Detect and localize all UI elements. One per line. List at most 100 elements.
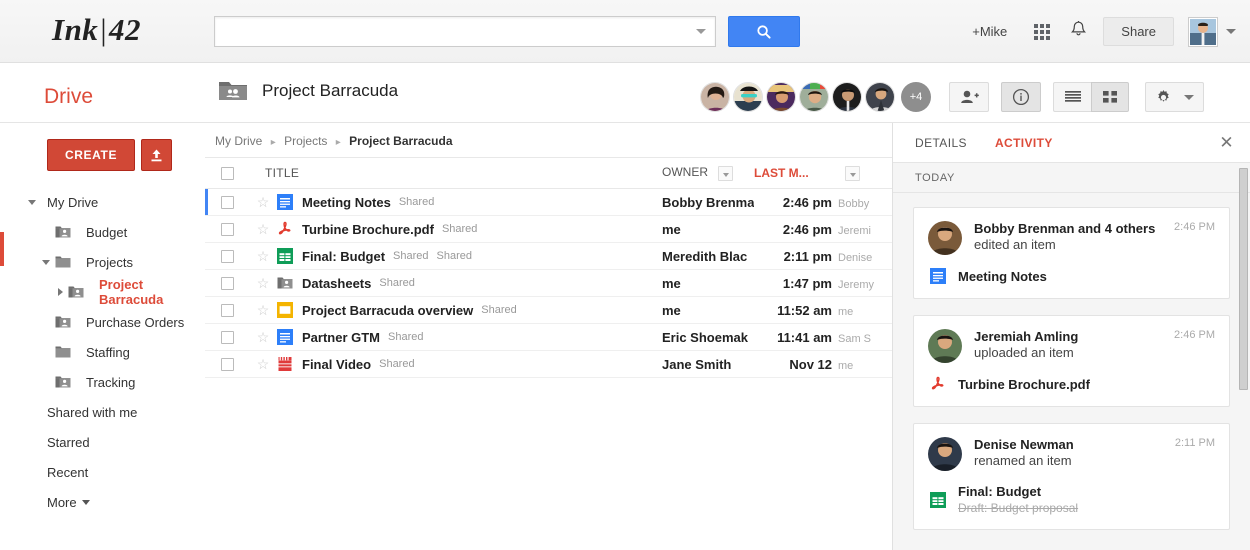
activity-file[interactable]: Turbine Brochure.pdf bbox=[928, 376, 1215, 392]
column-header-title[interactable]: TITLE bbox=[249, 166, 662, 180]
modified-time: 2:11 pm bbox=[783, 248, 832, 264]
expand-chevron-right-icon[interactable] bbox=[58, 288, 63, 296]
sidebar-item-project-barracuda[interactable]: Project Barracuda bbox=[0, 277, 205, 307]
row-checkbox[interactable] bbox=[220, 195, 234, 209]
details-info-button[interactable] bbox=[1001, 82, 1041, 112]
activity-card[interactable]: Bobby Brenman and 4 others edited an ite… bbox=[913, 207, 1230, 299]
plus-user-link[interactable]: +Mike bbox=[959, 24, 1020, 39]
list-view-button[interactable] bbox=[1053, 82, 1091, 112]
sidebar-item-budget[interactable]: Budget bbox=[0, 217, 205, 247]
sidebar-item-starred[interactable]: Starred bbox=[0, 427, 205, 457]
row-title-cell: Turbine Brochure.pdf Shared bbox=[277, 221, 662, 237]
expand-chevron-down-icon[interactable] bbox=[42, 259, 50, 265]
settings-button[interactable] bbox=[1145, 82, 1204, 112]
table-row[interactable]: ☆ Datasheets Shared me 1:47 pm Jeremy bbox=[205, 270, 892, 297]
row-modified-by-cell: Denise bbox=[832, 249, 892, 264]
grid-view-button[interactable] bbox=[1091, 82, 1129, 112]
owner-sort-chevron-down-icon[interactable] bbox=[718, 165, 734, 181]
select-all-checkbox[interactable] bbox=[220, 166, 234, 180]
column-header-last-modified[interactable]: LAST M... bbox=[754, 166, 832, 180]
row-checkbox[interactable] bbox=[220, 303, 234, 317]
upload-button[interactable] bbox=[141, 139, 173, 171]
collaborator-overflow-badge[interactable]: +4 bbox=[901, 82, 931, 112]
row-checkbox[interactable] bbox=[220, 222, 234, 236]
collaborator-avatar[interactable] bbox=[733, 82, 763, 112]
app-logo[interactable]: Ink|42 bbox=[52, 12, 141, 48]
sidebar-item-my-drive[interactable]: My Drive bbox=[0, 187, 205, 217]
grid-view-icon bbox=[1103, 91, 1117, 103]
close-icon[interactable]: ✕ bbox=[1219, 134, 1234, 151]
row-select-cell bbox=[205, 195, 249, 209]
sidebar-item-recent[interactable]: Recent bbox=[0, 457, 205, 487]
sidebar-item-label: Budget bbox=[86, 224, 128, 240]
column-header-owner[interactable]: OWNER bbox=[662, 165, 754, 181]
sidebar-item-projects[interactable]: Projects bbox=[0, 247, 205, 277]
collaborator-avatar[interactable] bbox=[799, 82, 829, 112]
star-icon[interactable]: ☆ bbox=[257, 221, 270, 238]
table-row[interactable]: ☆ Final Video Shared Jane Smith Nov 12 m… bbox=[205, 351, 892, 378]
shared-badge: Shared bbox=[388, 331, 424, 343]
drive-logo-label[interactable]: Drive bbox=[44, 85, 93, 109]
collaborator-avatar[interactable] bbox=[766, 82, 796, 112]
table-row[interactable]: ☆ Turbine Brochure.pdf Shared me 2:46 pm… bbox=[205, 216, 892, 243]
panel-scrollbar-thumb[interactable] bbox=[1239, 168, 1248, 390]
breadcrumb-item-my-drive[interactable]: My Drive bbox=[215, 134, 262, 148]
search-button[interactable] bbox=[728, 16, 800, 47]
activity-file[interactable]: Final: Budget Draft: Budget proposal bbox=[928, 484, 1215, 515]
sidebar-item-purchase-orders[interactable]: Purchase Orders bbox=[0, 307, 205, 337]
breadcrumb-item-projects[interactable]: Projects bbox=[284, 134, 327, 148]
row-checkbox[interactable] bbox=[220, 249, 234, 263]
collaborator-avatar[interactable] bbox=[700, 82, 730, 112]
avatar[interactable] bbox=[1188, 16, 1218, 47]
star-icon[interactable]: ☆ bbox=[257, 329, 270, 346]
activity-card[interactable]: Denise Newman renamed an item 2:11 PM Fi… bbox=[913, 423, 1230, 530]
table-row[interactable]: ☆ Partner GTM Shared Eric Shoemak 11:41 … bbox=[205, 324, 892, 351]
sidebar-item-more[interactable]: More bbox=[0, 487, 205, 517]
activity-file[interactable]: Meeting Notes bbox=[928, 268, 1215, 284]
breadcrumb-item-current: Project Barracuda bbox=[349, 134, 453, 148]
star-icon[interactable]: ☆ bbox=[257, 275, 270, 292]
collaborator-avatar[interactable] bbox=[865, 82, 895, 112]
row-owner-cell: me bbox=[662, 276, 754, 291]
modified-by-name: Denise bbox=[838, 251, 873, 264]
owner-name: me bbox=[662, 221, 681, 237]
apps-grid-icon[interactable] bbox=[1034, 23, 1051, 40]
sidebar-item-label: Shared with me bbox=[47, 404, 138, 420]
expand-chevron-down-icon[interactable] bbox=[28, 199, 36, 205]
search-input[interactable] bbox=[215, 17, 685, 46]
activity-card[interactable]: Jeremiah Amling uploaded an item 2:46 PM… bbox=[913, 315, 1230, 407]
last-modified-sort-chevron-down-icon[interactable] bbox=[845, 165, 860, 181]
account-chevron-down-icon[interactable] bbox=[1226, 29, 1236, 34]
row-checkbox[interactable] bbox=[220, 357, 234, 371]
sidebar-item-tracking[interactable]: Tracking bbox=[0, 367, 205, 397]
create-button[interactable]: CREATE bbox=[47, 139, 136, 171]
activity-section-label: TODAY bbox=[893, 163, 1250, 193]
file-name: Partner GTM bbox=[302, 329, 381, 345]
star-icon[interactable]: ☆ bbox=[257, 194, 270, 211]
search-options-chevron-down-icon[interactable] bbox=[696, 29, 706, 34]
table-row[interactable]: ☆ Project Barracuda overview Shared me 1… bbox=[205, 297, 892, 324]
logo-text-number: 42 bbox=[109, 12, 142, 47]
star-icon[interactable]: ☆ bbox=[257, 302, 270, 319]
search-box[interactable] bbox=[214, 16, 716, 47]
tab-activity[interactable]: ACTIVITY bbox=[995, 136, 1053, 150]
table-row[interactable]: ☆ Meeting Notes Shared Bobby Brenma 2:46… bbox=[205, 189, 892, 216]
folder-icon bbox=[55, 256, 71, 268]
more-chevron-down-icon[interactable] bbox=[81, 499, 90, 505]
row-checkbox[interactable] bbox=[220, 276, 234, 290]
star-icon[interactable]: ☆ bbox=[257, 248, 270, 265]
notifications-bell-icon[interactable] bbox=[1070, 20, 1087, 44]
add-person-button[interactable] bbox=[949, 82, 989, 112]
breadcrumb: My Drive ▸ Projects ▸ Project Barracuda bbox=[205, 123, 892, 157]
settings-chevron-down-icon[interactable] bbox=[1184, 94, 1194, 100]
row-modified-by-cell: Sam S bbox=[832, 330, 892, 345]
star-icon[interactable]: ☆ bbox=[257, 356, 270, 373]
modified-time: 1:47 pm bbox=[782, 275, 832, 291]
table-row[interactable]: ☆ Final: Budget Shared Shared Meredith B… bbox=[205, 243, 892, 270]
row-checkbox[interactable] bbox=[220, 330, 234, 344]
tab-details[interactable]: DETAILS bbox=[915, 136, 967, 150]
share-button[interactable]: Share bbox=[1103, 17, 1174, 46]
collaborator-avatar[interactable] bbox=[832, 82, 862, 112]
sidebar-item-staffing[interactable]: Staffing bbox=[0, 337, 205, 367]
sidebar-item-shared-with-me[interactable]: Shared with me bbox=[0, 397, 205, 427]
